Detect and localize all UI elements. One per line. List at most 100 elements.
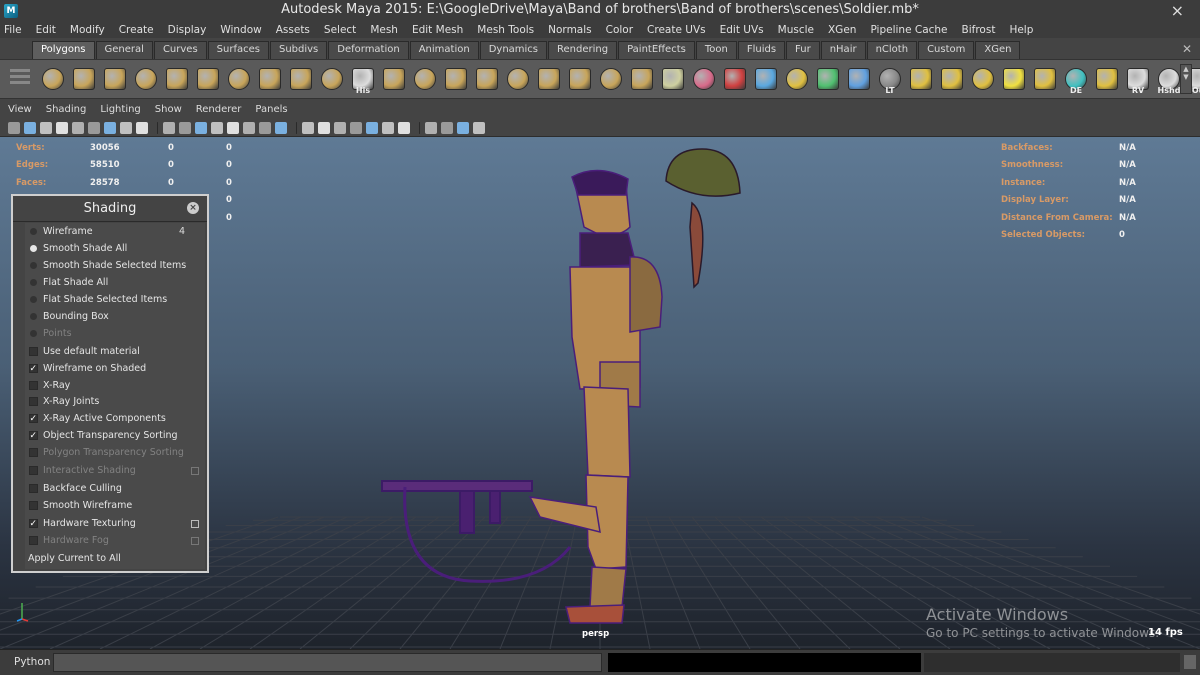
shading-item-wireframe-on-shaded[interactable]: ✓ Wireframe on Shaded: [25, 360, 205, 377]
uv-editor-icon[interactable]: [1030, 63, 1060, 95]
panel-tool-icon[interactable]: [56, 121, 68, 134]
tab-toon[interactable]: Toon: [695, 41, 737, 59]
insert-edge-icon[interactable]: [627, 63, 657, 95]
menu-bifrost[interactable]: Bifrost: [962, 24, 996, 36]
history-icon[interactable]: His: [348, 63, 378, 95]
poly-pipe-icon[interactable]: [255, 63, 285, 95]
panel-tool-icon[interactable]: [302, 121, 314, 134]
menu-muscle[interactable]: Muscle: [778, 24, 814, 36]
menu-help[interactable]: Help: [1009, 24, 1033, 36]
shelf-menu-handle[interactable]: [10, 66, 30, 94]
display-edit-icon[interactable]: DE: [1061, 63, 1091, 95]
uv-auto-icon[interactable]: [999, 63, 1029, 95]
shading-item-bounding-box[interactable]: Bounding Box: [25, 308, 205, 325]
script-editor-button[interactable]: [1184, 655, 1196, 669]
shading-item-use-default-material[interactable]: Use default material: [25, 343, 205, 360]
poke-icon[interactable]: [689, 63, 719, 95]
shading-item-apply-current-to-all[interactable]: Apply Current to All: [25, 550, 205, 567]
menu-pipeline-cache[interactable]: Pipeline Cache: [870, 24, 947, 36]
panel-menu-panels[interactable]: Panels: [255, 104, 287, 115]
option-box-icon[interactable]: [191, 466, 199, 475]
symmetry-icon[interactable]: [813, 63, 843, 95]
shading-item-x-ray-active-components[interactable]: ✓ X-Ray Active Components: [25, 410, 205, 427]
tab-ncloth[interactable]: nCloth: [866, 41, 918, 59]
bake-icon[interactable]: [844, 63, 874, 95]
shading-item-smooth-shade-all[interactable]: Smooth Shade All: [25, 240, 205, 257]
poly-cone-icon[interactable]: [131, 63, 161, 95]
shading-item-wireframe[interactable]: Wireframe 4: [25, 223, 205, 240]
panel-tool-icon[interactable]: [334, 121, 346, 134]
panel-tool-icon[interactable]: [275, 121, 287, 134]
shelf-close-icon[interactable]: ✕: [1182, 42, 1192, 56]
menu-assets[interactable]: Assets: [276, 24, 310, 36]
panel-tool-icon[interactable]: [350, 121, 362, 134]
panel-tool-icon[interactable]: [366, 121, 378, 134]
menu-xgen[interactable]: XGen: [828, 24, 856, 36]
poly-cube-icon[interactable]: [69, 63, 99, 95]
panel-tool-icon[interactable]: [382, 121, 394, 134]
tab-nhair[interactable]: nHair: [820, 41, 866, 59]
poly-plane-icon[interactable]: [162, 63, 192, 95]
panel-tool-icon[interactable]: [318, 121, 330, 134]
lighting-icon[interactable]: LT: [875, 63, 905, 95]
panel-tool-icon[interactable]: [211, 121, 223, 134]
tab-subdivs[interactable]: Subdivs: [269, 41, 328, 59]
panel-tool-icon[interactable]: [136, 121, 148, 134]
shading-item-flat-shade-all[interactable]: Flat Shade All: [25, 274, 205, 291]
panel-menu-renderer[interactable]: Renderer: [196, 104, 242, 115]
panel-tool-icon[interactable]: [24, 121, 36, 134]
panel-tool-icon[interactable]: [163, 121, 175, 134]
panel-tool-icon[interactable]: [243, 121, 255, 134]
tab-surfaces[interactable]: Surfaces: [207, 41, 269, 59]
fill-hole-icon[interactable]: [565, 63, 595, 95]
panel-tool-icon[interactable]: [179, 121, 191, 134]
uv-spherical-icon[interactable]: [968, 63, 998, 95]
panel-tool-icon[interactable]: [425, 121, 437, 134]
menu-file[interactable]: File: [4, 24, 22, 36]
panel-tool-icon[interactable]: [72, 121, 84, 134]
shelf-scroll-icon[interactable]: ▲ ▼: [1180, 64, 1192, 94]
sculpt-icon[interactable]: [720, 63, 750, 95]
smooth-icon[interactable]: [472, 63, 502, 95]
close-icon[interactable]: ×: [187, 202, 199, 214]
panel-tool-icon[interactable]: [104, 121, 116, 134]
tab-deformation[interactable]: Deformation: [328, 41, 409, 59]
panel-tool-icon[interactable]: [398, 121, 410, 134]
soft-select-icon[interactable]: [782, 63, 812, 95]
tab-fur[interactable]: Fur: [786, 41, 820, 59]
poly-helix-icon[interactable]: [286, 63, 316, 95]
extract-icon[interactable]: [441, 63, 471, 95]
bridge-icon[interactable]: [503, 63, 533, 95]
panel-menu-shading[interactable]: Shading: [46, 104, 87, 115]
tab-custom[interactable]: Custom: [918, 41, 975, 59]
option-box-icon[interactable]: [191, 536, 199, 545]
panel-menu-view[interactable]: View: [8, 104, 32, 115]
command-input[interactable]: [53, 653, 602, 672]
panel-tool-icon[interactable]: [120, 121, 132, 134]
poly-torus-icon[interactable]: [193, 63, 223, 95]
shading-item-hardware-texturing[interactable]: ✓ Hardware Texturing: [25, 515, 205, 532]
shading-item-backface-culling[interactable]: Backface Culling: [25, 480, 205, 497]
shading-item-flat-shade-selected-items[interactable]: Flat Shade Selected Items: [25, 291, 205, 308]
panel-tool-icon[interactable]: [259, 121, 271, 134]
tab-polygons[interactable]: Polygons: [32, 41, 95, 59]
menu-color[interactable]: Color: [606, 24, 633, 36]
uv-planar-icon[interactable]: [906, 63, 936, 95]
render-view-icon[interactable]: RV: [1123, 63, 1153, 95]
panel-tool-icon[interactable]: [8, 121, 20, 134]
menu-mesh[interactable]: Mesh: [370, 24, 398, 36]
panel-menu-show[interactable]: Show: [155, 104, 182, 115]
menu-mesh-tools[interactable]: Mesh Tools: [477, 24, 534, 36]
menu-select[interactable]: Select: [324, 24, 356, 36]
close-window-button[interactable]: ×: [1171, 1, 1184, 20]
poly-soccer-ball-icon[interactable]: [317, 63, 347, 95]
tab-painteffects[interactable]: PaintEffects: [618, 41, 695, 59]
lattice-icon[interactable]: [751, 63, 781, 95]
split-icon[interactable]: [596, 63, 626, 95]
tab-animation[interactable]: Animation: [409, 41, 479, 59]
tab-dynamics[interactable]: Dynamics: [479, 41, 548, 59]
panel-tool-icon[interactable]: [40, 121, 52, 134]
tab-curves[interactable]: Curves: [153, 41, 207, 59]
shading-item-x-ray-joints[interactable]: X-Ray Joints: [25, 393, 205, 410]
menu-edit[interactable]: Edit: [36, 24, 56, 36]
